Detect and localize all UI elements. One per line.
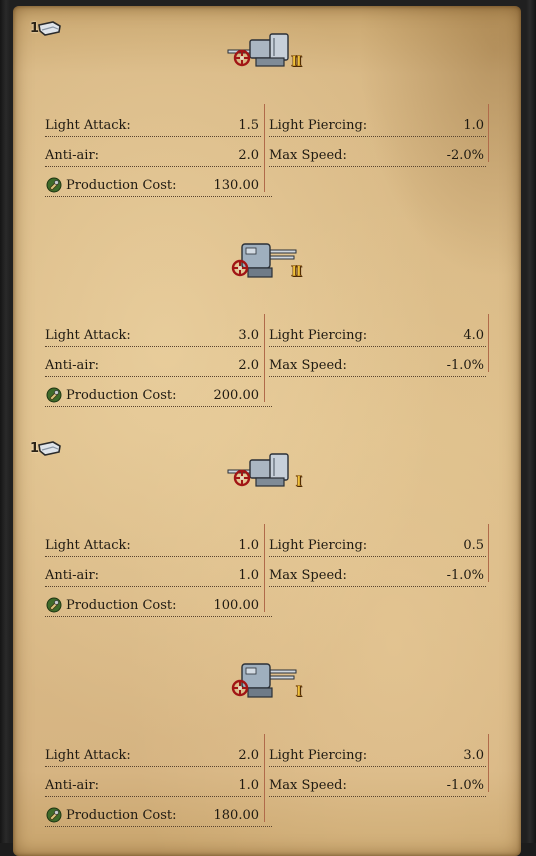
stat-production-cost: Production Cost: 130.00	[45, 176, 272, 197]
stat-label: Light Piercing:	[269, 748, 368, 763]
stat-max-speed: Max Speed: -2.0%	[269, 146, 486, 167]
stat-value: 2.0	[238, 748, 259, 763]
stat-value: 180.00	[213, 808, 260, 823]
stat-value: -1.0%	[446, 358, 484, 373]
column-divider	[488, 524, 489, 582]
naval-gun-turret-icon: II	[226, 28, 304, 72]
stat-value: 3.0	[463, 748, 484, 763]
stat-value: 100.00	[213, 598, 260, 613]
stat-label: Anti-air:	[45, 778, 100, 793]
stat-label: Production Cost:	[66, 388, 177, 403]
stat-label: Light Piercing:	[269, 118, 368, 133]
module-card[interactable]: 1 I Light Attack: 1.0 Light Piercing: 0.…	[0, 420, 536, 630]
stat-anti-air: Anti-air: 2.0	[45, 356, 261, 377]
module-card[interactable]: II Light Attack: 3.0 Light Piercing: 4.0…	[0, 210, 536, 420]
stat-label: Max Speed:	[269, 568, 347, 583]
column-divider	[488, 314, 489, 372]
stat-value: 0.5	[463, 538, 484, 553]
stat-anti-air: Anti-air: 1.0	[45, 566, 261, 587]
stat-light-attack: Light Attack: 3.0	[45, 326, 261, 347]
stat-max-speed: Max Speed: -1.0%	[269, 356, 486, 377]
stat-light-attack: Light Attack: 1.0	[45, 536, 261, 557]
tier-numeral: I	[295, 684, 302, 701]
stat-value: -2.0%	[446, 148, 484, 163]
stat-label: Anti-air:	[45, 568, 100, 583]
stat-label: Max Speed:	[269, 148, 347, 163]
stat-value: 1.0	[238, 568, 259, 583]
stat-value: 2.0	[238, 148, 259, 163]
stat-label: Light Attack:	[45, 538, 131, 553]
stat-max-speed: Max Speed: -1.0%	[269, 566, 486, 587]
stat-light-attack: Light Attack: 1.5	[45, 116, 261, 137]
stat-light-attack: Light Attack: 2.0	[45, 746, 261, 767]
tier-numeral: I	[295, 474, 302, 491]
tier-numeral: II	[290, 54, 303, 71]
stat-anti-air: Anti-air: 2.0	[45, 146, 261, 167]
module-card[interactable]: 1 II Light Attack: 1.5 Light Piercing: 1…	[0, 0, 536, 210]
stat-label: Light Attack:	[45, 118, 131, 133]
tier-numeral: II	[290, 264, 303, 281]
stat-label: Anti-air:	[45, 358, 100, 373]
stat-light-piercing: Light Piercing: 0.5	[269, 536, 486, 557]
stat-value: -1.0%	[446, 568, 484, 583]
deck-slot-icon	[38, 21, 61, 36]
stat-production-cost: Production Cost: 180.00	[45, 806, 272, 827]
stat-label: Light Attack:	[45, 328, 131, 343]
stat-label: Light Piercing:	[269, 538, 368, 553]
production-cost-icon	[46, 177, 62, 193]
stat-production-cost: Production Cost: 100.00	[45, 596, 272, 617]
stat-label: Max Speed:	[269, 358, 347, 373]
stat-label: Production Cost:	[66, 178, 177, 193]
stat-value: 1.0	[463, 118, 484, 133]
stat-anti-air: Anti-air: 1.0	[45, 776, 261, 797]
naval-gun-turret-icon: I	[226, 658, 304, 702]
slot-badge: 1	[29, 440, 69, 458]
production-cost-icon	[46, 597, 62, 613]
stat-value: 200.00	[213, 388, 260, 403]
naval-gun-turret-icon: I	[226, 448, 304, 492]
stat-value: 3.0	[238, 328, 259, 343]
slot-badge: 1	[29, 20, 69, 38]
stat-production-cost: Production Cost: 200.00	[45, 386, 272, 407]
stat-value: 2.0	[238, 358, 259, 373]
stat-value: 1.0	[238, 538, 259, 553]
column-divider	[488, 734, 489, 792]
naval-gun-turret-icon: II	[226, 238, 304, 282]
stat-label: Light Piercing:	[269, 328, 368, 343]
stat-label: Light Attack:	[45, 748, 131, 763]
stat-value: 4.0	[463, 328, 484, 343]
stat-max-speed: Max Speed: -1.0%	[269, 776, 486, 797]
stat-value: 130.00	[213, 178, 260, 193]
production-cost-icon	[46, 807, 62, 823]
stat-label: Production Cost:	[66, 808, 177, 823]
stat-label: Production Cost:	[66, 598, 177, 613]
stat-light-piercing: Light Piercing: 1.0	[269, 116, 486, 137]
stat-light-piercing: Light Piercing: 4.0	[269, 326, 486, 347]
stat-label: Anti-air:	[45, 148, 100, 163]
production-cost-icon	[46, 387, 62, 403]
stat-value: 1.0	[238, 778, 259, 793]
stat-value: -1.0%	[446, 778, 484, 793]
deck-slot-icon	[38, 441, 61, 456]
stat-label: Max Speed:	[269, 778, 347, 793]
module-card[interactable]: I Light Attack: 2.0 Light Piercing: 3.0 …	[0, 630, 536, 840]
column-divider	[488, 104, 489, 162]
stat-value: 1.5	[238, 118, 259, 133]
stat-light-piercing: Light Piercing: 3.0	[269, 746, 486, 767]
